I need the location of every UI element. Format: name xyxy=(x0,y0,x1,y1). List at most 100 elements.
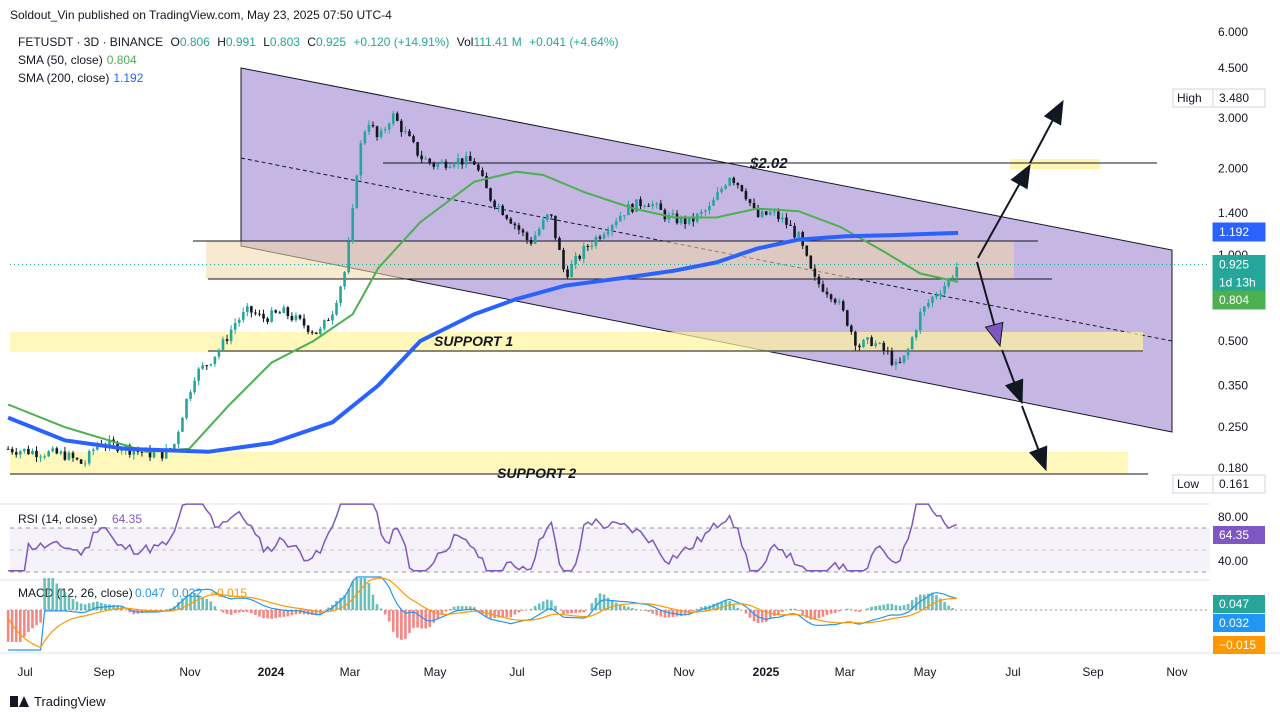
macd-hist-bar xyxy=(789,608,792,610)
macd-hist-bar xyxy=(436,610,440,619)
macd-hist-bar xyxy=(825,610,829,616)
macd-hist-bar xyxy=(79,603,83,610)
macd-hist-bar xyxy=(254,610,257,616)
macd-hist-bar xyxy=(456,605,460,610)
macd-hist-bar xyxy=(509,610,513,618)
macd-hist-bar xyxy=(537,603,541,610)
macd-hist-bar xyxy=(237,610,241,613)
macd-hist-bar xyxy=(75,601,79,610)
price-tick-label: 1.400 xyxy=(1218,206,1248,220)
candle xyxy=(290,312,294,322)
macd-hist-bar xyxy=(951,608,954,610)
badge-value: 1.192 xyxy=(1219,225,1249,239)
symbol-legend[interactable]: FETUSDT · 3D · BINANCE O0.806 H0.991 L0.… xyxy=(18,35,622,49)
macd-hist-bar xyxy=(623,605,626,610)
target-label: $2.02 xyxy=(749,155,788,172)
macd-hist-bar xyxy=(931,592,934,610)
time-tick-label: Mar xyxy=(835,665,856,679)
macd-hist-bar xyxy=(164,609,168,610)
price-badge: 0.804 xyxy=(1212,290,1266,310)
sma200-legend[interactable]: SMA (200, close) 1.192 xyxy=(18,71,147,85)
candle xyxy=(558,236,561,251)
candle xyxy=(764,210,768,216)
sma200-label: SMA (200, close) xyxy=(18,71,110,85)
volume-change: +0.041 (+4.64%) xyxy=(529,35,619,49)
macd-hist-bar xyxy=(83,604,87,610)
time-tick-label: May xyxy=(914,665,937,679)
support-1-zone xyxy=(10,332,1143,352)
chart-canvas[interactable]: $2.02 SUPPORT 1 SUPPORT 2 6.000 4.500 3.000 2.… xyxy=(0,0,1280,721)
candle xyxy=(302,314,306,329)
macd-hist-bar xyxy=(570,610,573,614)
macd-hist-bar xyxy=(894,605,898,610)
macd-hist-bar xyxy=(18,610,22,642)
macd-hist-bar xyxy=(213,606,217,610)
macd-hist-bar xyxy=(562,610,565,615)
candle xyxy=(294,312,298,323)
candle xyxy=(213,356,217,368)
time-axis: Jul Sep Nov 2024 Mar May Jul Sep Nov 2025 Mar May Ju… xyxy=(17,665,1187,679)
candle xyxy=(270,307,273,323)
macd-hist-bar xyxy=(610,600,614,610)
macd-hist-bar xyxy=(582,610,586,613)
sma50-label: SMA (50, close) xyxy=(18,53,103,67)
candle xyxy=(562,247,565,273)
macd-hist-bar xyxy=(773,610,776,616)
macd-hist-bar xyxy=(578,610,582,613)
macd-hist-bar xyxy=(55,583,59,610)
macd-hist-bar xyxy=(27,610,30,633)
macd-hist-bar xyxy=(545,599,549,610)
macd-hist-bar xyxy=(428,610,432,628)
high-label: H xyxy=(217,35,226,49)
high-value: 0.991 xyxy=(225,35,256,49)
macd-hist-bar xyxy=(371,594,375,610)
macd-hist-bar xyxy=(744,610,748,614)
symbol-name[interactable]: FETUSDT · 3D · BINANCE xyxy=(18,35,163,49)
macd-hist-bar xyxy=(858,610,861,612)
price-badge: 1d 13h xyxy=(1212,272,1266,292)
badge-label: Low xyxy=(1177,477,1199,491)
candle xyxy=(918,308,922,334)
publisher-caption: Soldout_Vin published on TradingView.com… xyxy=(10,8,392,22)
macd-hist-bar xyxy=(797,610,800,611)
price-badge: 0.925 xyxy=(1212,254,1266,274)
candle xyxy=(6,446,10,450)
rsi-tick-label: 80.00 xyxy=(1218,510,1248,524)
close-label: C xyxy=(307,35,316,49)
candle xyxy=(254,309,257,316)
time-tick-label: Jul xyxy=(17,665,32,679)
macd-hist-bar xyxy=(854,610,857,612)
macd-hist-bar xyxy=(96,601,99,610)
macd-hist-bar xyxy=(400,610,403,640)
tradingview-logo-icon xyxy=(10,696,29,707)
candle xyxy=(809,255,813,270)
rsi-label: RSI (14, close) xyxy=(18,512,97,526)
sma50-legend[interactable]: SMA (50, close) 0.804 xyxy=(18,53,141,67)
macd-hist-bar xyxy=(59,588,63,610)
badge-value: 0.161 xyxy=(1219,477,1249,491)
candle xyxy=(489,187,492,203)
macd-hist-bar xyxy=(760,610,764,623)
macd-hist-bar xyxy=(209,601,213,610)
macd-pane: MACD (12, 26, close) 0.047 0.032 −0.0150.04… xyxy=(6,576,1265,654)
macd-hist-bar xyxy=(874,605,877,610)
time-tick-label: Nov xyxy=(673,665,694,679)
macd-hist-bar xyxy=(781,610,784,613)
macd-hist-bar xyxy=(387,610,391,622)
macd-hist-bar xyxy=(505,610,509,618)
macd-hist-bar xyxy=(14,610,18,642)
candle xyxy=(193,377,196,395)
macd-hist-bar xyxy=(460,606,464,610)
macd-hist-bar xyxy=(47,578,50,610)
macd-value: 0.047 xyxy=(135,586,165,600)
time-tick-label: Nov xyxy=(179,665,200,679)
candle xyxy=(298,314,302,321)
rsi-badge-value: 64.35 xyxy=(1219,528,1249,542)
macd-hist-bar xyxy=(845,608,849,610)
tradingview-brand: TradingView xyxy=(34,694,106,709)
macd-hist-bar xyxy=(241,610,245,613)
time-tick-label: Sep xyxy=(93,665,115,679)
macd-hist-bar xyxy=(655,610,659,616)
candle xyxy=(323,319,326,331)
candle xyxy=(55,446,59,455)
